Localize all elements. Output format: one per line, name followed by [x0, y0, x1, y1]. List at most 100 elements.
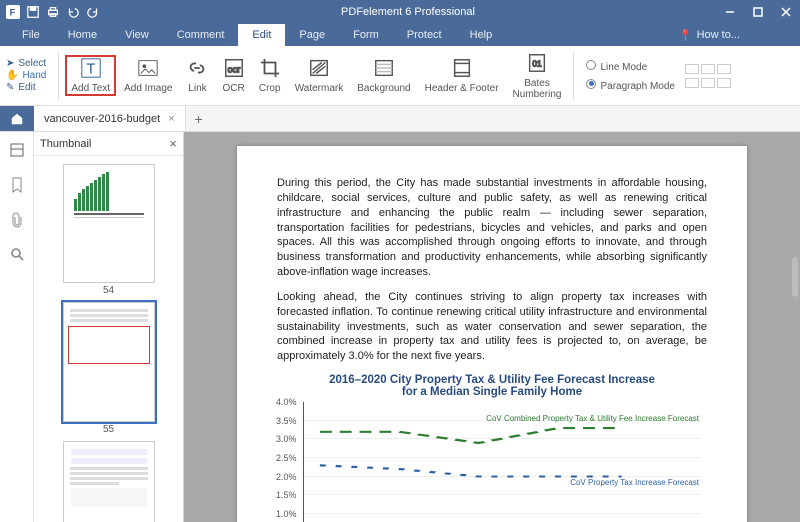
- bookmark-icon[interactable]: [10, 177, 24, 196]
- tool-label: Header & Footer: [425, 83, 499, 94]
- image-icon: [137, 57, 159, 79]
- svg-text:01: 01: [532, 59, 542, 68]
- minimize-button[interactable]: [716, 0, 744, 24]
- bates-button[interactable]: 01 Bates Numbering: [507, 50, 568, 102]
- panel-title: Thumbnail: [40, 138, 91, 150]
- thumbnail-list[interactable]: 54 55: [34, 156, 183, 522]
- menu-home[interactable]: Home: [54, 24, 111, 46]
- scrollbar-thumb[interactable]: [792, 257, 798, 297]
- ocr-icon: ocr: [223, 57, 245, 79]
- thumbnail-page[interactable]: [63, 164, 155, 283]
- tool-label: Background: [357, 83, 410, 94]
- menu-help[interactable]: Help: [456, 24, 507, 46]
- tool-label: OCR: [222, 83, 244, 94]
- print-icon[interactable]: [46, 5, 60, 19]
- side-rail: [0, 132, 34, 522]
- separator: [58, 52, 59, 100]
- menu-comment[interactable]: Comment: [163, 24, 239, 46]
- menu-form[interactable]: Form: [339, 24, 393, 46]
- title-bar: F PDFelement 6 Professional: [0, 0, 800, 24]
- thumbnail-label: 55: [103, 424, 114, 435]
- menu-edit[interactable]: Edit: [238, 24, 285, 46]
- background-icon: [373, 57, 395, 79]
- tool-label: Link: [188, 83, 206, 94]
- redo-icon[interactable]: [86, 5, 100, 19]
- link-button[interactable]: Link: [180, 55, 214, 96]
- align-icon[interactable]: [717, 78, 731, 88]
- how-to-link[interactable]: 📍 How to...: [679, 29, 740, 42]
- save-icon[interactable]: [26, 5, 40, 19]
- add-text-button[interactable]: T Add Text: [65, 55, 116, 96]
- quick-access: F: [0, 5, 100, 19]
- pin-icon: 📍: [679, 29, 693, 42]
- ocr-button[interactable]: ocr OCR: [216, 55, 250, 96]
- home-tab[interactable]: [0, 106, 34, 131]
- window-title: PDFelement 6 Professional: [100, 6, 716, 18]
- chart-title: 2016–2020 City Property Tax & Utility Fe…: [277, 374, 707, 398]
- thumbnail-page[interactable]: [63, 302, 155, 421]
- svg-text:F: F: [10, 8, 16, 19]
- edit-icon: ✎: [6, 82, 14, 93]
- menu-bar: File Home View Comment Edit Page Form Pr…: [0, 24, 800, 46]
- cursor-icon: ➤: [6, 58, 14, 69]
- legend-combined: CoV Combined Property Tax & Utility Fee …: [486, 414, 699, 424]
- menu-page[interactable]: Page: [285, 24, 339, 46]
- tool-label: Add Image: [124, 83, 172, 94]
- workspace: Thumbnail × 54 55: [0, 132, 800, 522]
- add-image-button[interactable]: Add Image: [118, 55, 178, 96]
- align-icon[interactable]: [685, 78, 699, 88]
- paragraph-mode-radio[interactable]: Paragraph Mode: [586, 79, 675, 92]
- line-mode-radio[interactable]: Line Mode: [586, 60, 675, 73]
- close-button[interactable]: [772, 0, 800, 24]
- close-icon[interactable]: ×: [168, 113, 174, 125]
- thumbnail-label: 54: [103, 285, 114, 296]
- align-icon[interactable]: [685, 64, 699, 74]
- legend-property-tax: CoV Property Tax Increase Forecast: [570, 478, 699, 488]
- search-icon[interactable]: [10, 247, 24, 264]
- hand-icon: ✋: [6, 70, 18, 81]
- edit-ribbon: ➤Select ✋Hand ✎Edit T Add Text Add Image…: [0, 46, 800, 106]
- edit-tool[interactable]: ✎Edit: [6, 82, 46, 93]
- align-icon[interactable]: [701, 64, 715, 74]
- thumbnails-icon[interactable]: [9, 142, 25, 161]
- tool-label: Add Text: [71, 83, 110, 94]
- window-controls: [716, 0, 800, 24]
- maximize-button[interactable]: [744, 0, 772, 24]
- svg-text:ocr: ocr: [227, 65, 240, 75]
- thumbnail-page[interactable]: [63, 441, 155, 522]
- undo-icon[interactable]: [66, 5, 80, 19]
- crop-icon: [259, 57, 281, 79]
- background-button[interactable]: Background: [351, 55, 416, 96]
- doc-tab[interactable]: vancouver-2016-budget ×: [34, 106, 186, 131]
- thumbnail-panel: Thumbnail × 54 55: [34, 132, 184, 522]
- new-tab-button[interactable]: +: [186, 106, 212, 131]
- body-paragraph: Looking ahead, the City continues strivi…: [277, 290, 707, 364]
- tool-label: Watermark: [295, 83, 344, 94]
- body-paragraph: During this period, the City has made su…: [277, 176, 707, 280]
- select-tool[interactable]: ➤Select: [6, 58, 46, 69]
- hand-tool[interactable]: ✋Hand: [6, 70, 46, 81]
- forecast-chart: 0.5% 1.0% 1.5% 2.0% 2.5% 3.0% 3.5% 4.0% …: [303, 402, 701, 522]
- text-icon: T: [80, 57, 102, 79]
- how-to-label: How to...: [697, 29, 740, 41]
- attachment-icon[interactable]: [10, 212, 24, 231]
- align-icon[interactable]: [717, 64, 731, 74]
- bates-icon: 01: [526, 52, 548, 74]
- menu-protect[interactable]: Protect: [393, 24, 456, 46]
- menu-view[interactable]: View: [111, 24, 163, 46]
- header-footer-icon: [451, 57, 473, 79]
- watermark-icon: [308, 57, 330, 79]
- tool-label: Crop: [259, 83, 281, 94]
- align-icon[interactable]: [701, 78, 715, 88]
- doc-tab-label: vancouver-2016-budget: [44, 113, 160, 125]
- menu-file[interactable]: File: [8, 24, 54, 46]
- close-icon[interactable]: ×: [169, 136, 177, 151]
- link-icon: [186, 57, 208, 79]
- header-footer-button[interactable]: Header & Footer: [419, 55, 505, 96]
- watermark-button[interactable]: Watermark: [289, 55, 350, 96]
- document-viewport[interactable]: During this period, the City has made su…: [184, 132, 800, 522]
- crop-button[interactable]: Crop: [253, 55, 287, 96]
- align-buttons: [685, 64, 731, 88]
- app-icon: F: [6, 5, 20, 19]
- svg-text:T: T: [86, 62, 95, 78]
